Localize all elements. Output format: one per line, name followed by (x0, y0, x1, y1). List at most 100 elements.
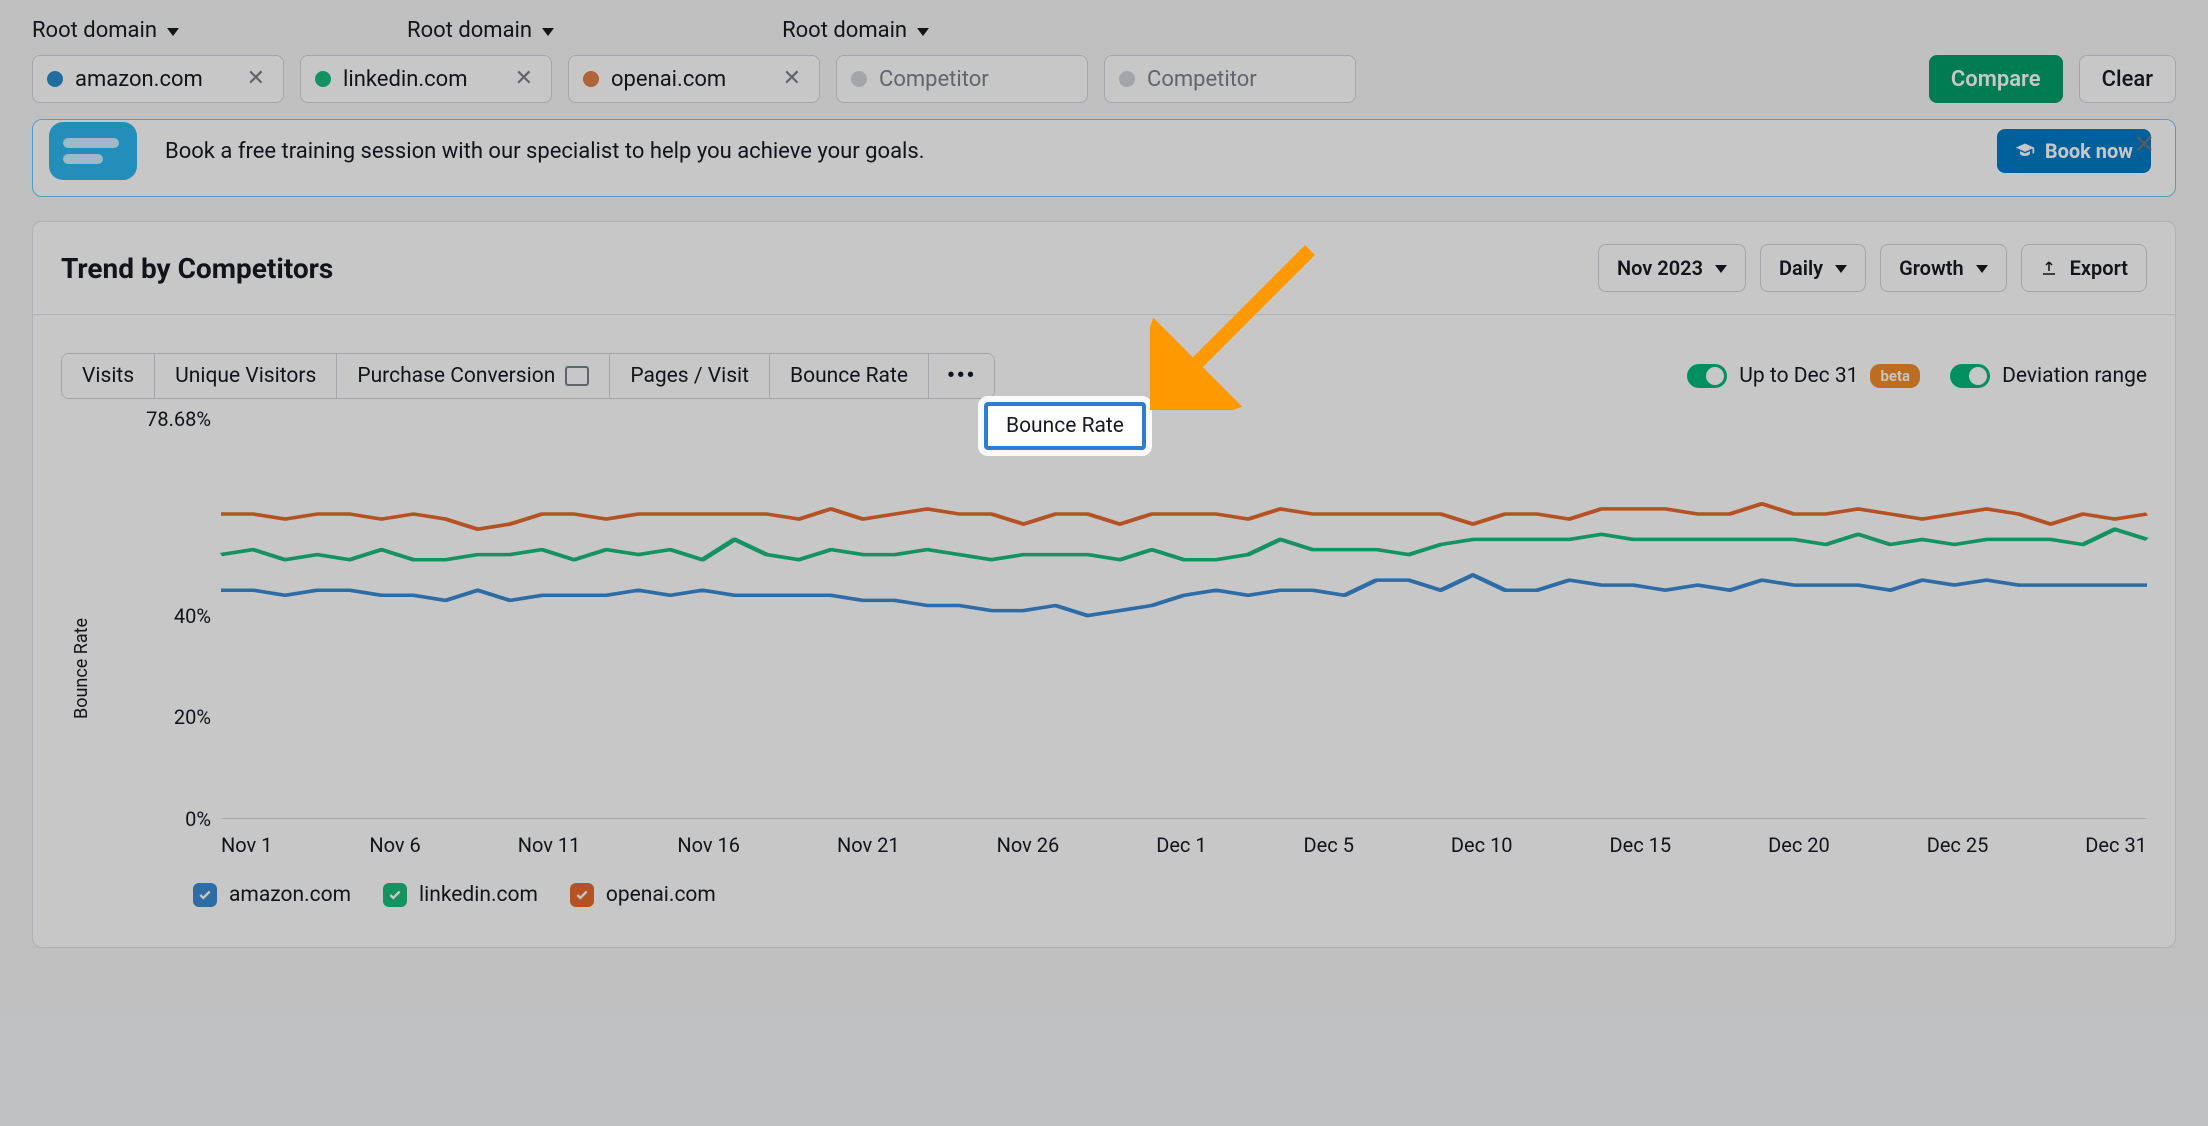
upload-icon (2040, 259, 2058, 277)
x-tick: Nov 16 (677, 833, 740, 857)
graduation-cap-icon (2015, 141, 2035, 161)
chevron-down-icon (1835, 265, 1847, 273)
chevron-down-icon (917, 28, 929, 36)
period-select[interactable]: Nov 2023 (1598, 244, 1746, 292)
mode-select[interactable]: Growth (1880, 244, 2007, 292)
checkbox-checked-icon (193, 883, 217, 907)
competitor-chip[interactable]: openai.com ✕ (568, 55, 820, 103)
root-domain-label: Root domain (32, 18, 157, 43)
metric-tabs: Visits Unique Visitors Purchase Conversi… (61, 353, 995, 399)
card-title: Trend by Competitors (61, 252, 333, 285)
switch-on-icon (1950, 364, 1990, 388)
chart-legend: amazon.com linkedin.com openai.com (121, 857, 2147, 937)
series-color-dot (583, 71, 599, 87)
competitor-chip-row: amazon.com ✕ linkedin.com ✕ openai.com ✕… (32, 55, 2176, 103)
checkbox-checked-icon (383, 883, 407, 907)
y-axis-label: Bounce Rate (71, 618, 92, 719)
promo-banner-text: Book a free training session with our sp… (165, 139, 1977, 164)
training-illustration-icon (47, 120, 145, 182)
tab-unique-visitors[interactable]: Unique Visitors (155, 354, 337, 398)
root-domain-dropdown-3[interactable]: Root domain (782, 18, 929, 43)
toggle-up-to-date[interactable]: Up to Dec 31 beta (1687, 364, 1920, 388)
root-domain-dropdown-2[interactable]: Root domain (407, 18, 554, 43)
chart-series-line (221, 575, 2147, 616)
y-tick: 20% (125, 705, 211, 729)
x-tick: Dec 25 (1927, 833, 1989, 857)
chevron-down-icon (542, 28, 554, 36)
card-header-controls: Nov 2023 Daily Growth Export (1598, 244, 2147, 292)
x-tick: Dec 1 (1156, 833, 1206, 857)
promo-banner-wrap: Book a free training session with our sp… (0, 119, 2208, 197)
book-now-button[interactable]: Book now (1997, 129, 2151, 173)
tab-pages-per-visit[interactable]: Pages / Visit (610, 354, 770, 398)
legend-item[interactable]: linkedin.com (383, 883, 538, 907)
remove-competitor-icon[interactable]: ✕ (779, 68, 805, 90)
series-color-dot (315, 71, 331, 87)
legend-item[interactable]: amazon.com (193, 883, 351, 907)
checkbox-checked-icon (570, 883, 594, 907)
competitor-domain: openai.com (611, 67, 767, 92)
chart-series-line (221, 504, 2147, 529)
x-tick: Nov 21 (837, 833, 900, 857)
beta-badge: beta (1870, 364, 1920, 388)
competitor-domain: linkedin.com (343, 67, 499, 92)
line-chart[interactable]: 78.68% 40% 20% 0% (221, 419, 2147, 819)
compare-button[interactable]: Compare (1929, 55, 2063, 103)
x-tick: Nov 11 (518, 833, 581, 857)
root-domain-label: Root domain (407, 18, 532, 43)
metric-and-toggle-row: Visits Unique Visitors Purchase Conversi… (33, 315, 2175, 399)
series-color-dot (851, 71, 867, 87)
root-domain-label: Root domain (782, 18, 907, 43)
remove-competitor-icon[interactable]: ✕ (511, 68, 537, 90)
x-tick: Dec 15 (1610, 833, 1672, 857)
tab-bounce-rate[interactable]: Bounce Rate (770, 354, 929, 398)
clear-button[interactable]: Clear (2079, 55, 2176, 103)
close-icon[interactable]: ✕ (2133, 130, 2155, 160)
chart-area: Bounce Rate 78.68% 40% 20% 0% Nov 1 Nov 6… (33, 399, 2175, 947)
card-header: Trend by Competitors Nov 2023 Daily Grow… (33, 222, 2175, 315)
x-axis-ticks: Nov 1 Nov 6 Nov 11 Nov 16 Nov 21 Nov 26 Dec 1 D… (221, 833, 2147, 857)
legend-item[interactable]: openai.com (570, 883, 716, 907)
toggle-deviation-range[interactable]: Deviation range (1950, 364, 2147, 388)
chevron-down-icon (1715, 265, 1727, 273)
y-tick: 0% (125, 807, 211, 831)
x-tick: Nov 6 (369, 833, 420, 857)
chevron-down-icon (167, 28, 179, 36)
x-tick: Dec 5 (1304, 833, 1354, 857)
series-color-dot (1119, 71, 1135, 87)
root-domain-label-row: Root domain Root domain Root domain (32, 18, 2176, 43)
export-button[interactable]: Export (2021, 244, 2147, 292)
competitor-input[interactable]: Competitor (1104, 55, 1356, 103)
switch-on-icon (1687, 364, 1727, 388)
tab-more[interactable]: ••• (929, 354, 994, 398)
competitor-placeholder: Competitor (1147, 67, 1341, 92)
competitor-input[interactable]: Competitor (836, 55, 1088, 103)
chart-series-line (221, 529, 2147, 560)
trend-card-wrap: Trend by Competitors Nov 2023 Daily Grow… (0, 197, 2208, 972)
x-tick: Nov 1 (221, 833, 272, 857)
ellipsis-icon: ••• (947, 364, 976, 388)
root-domain-dropdown-1[interactable]: Root domain (32, 18, 179, 43)
competitor-chip[interactable]: linkedin.com ✕ (300, 55, 552, 103)
tab-visits[interactable]: Visits (62, 354, 155, 398)
competitor-input-bar: Root domain Root domain Root domain amaz… (0, 0, 2208, 119)
x-tick: Dec 31 (2085, 833, 2147, 857)
y-tick: 40% (125, 604, 211, 628)
desktop-icon (565, 366, 589, 386)
tab-purchase-conversion[interactable]: Purchase Conversion (337, 354, 610, 398)
trend-by-competitors-card: Trend by Competitors Nov 2023 Daily Grow… (32, 221, 2176, 948)
y-tick: 78.68% (125, 407, 211, 431)
competitor-placeholder: Competitor (879, 67, 1073, 92)
chart-option-toggles: Up to Dec 31 beta Deviation range (1687, 364, 2147, 388)
x-tick: Nov 26 (997, 833, 1060, 857)
x-tick: Dec 20 (1768, 833, 1830, 857)
remove-competitor-icon[interactable]: ✕ (243, 68, 269, 90)
x-tick: Dec 10 (1451, 833, 1513, 857)
annotation-highlight: Bounce Rate (984, 402, 1146, 450)
promo-banner: Book a free training session with our sp… (32, 119, 2176, 197)
series-color-dot (47, 71, 63, 87)
granularity-select[interactable]: Daily (1760, 244, 1866, 292)
competitor-domain: amazon.com (75, 67, 231, 92)
chevron-down-icon (1976, 265, 1988, 273)
competitor-chip[interactable]: amazon.com ✕ (32, 55, 284, 103)
